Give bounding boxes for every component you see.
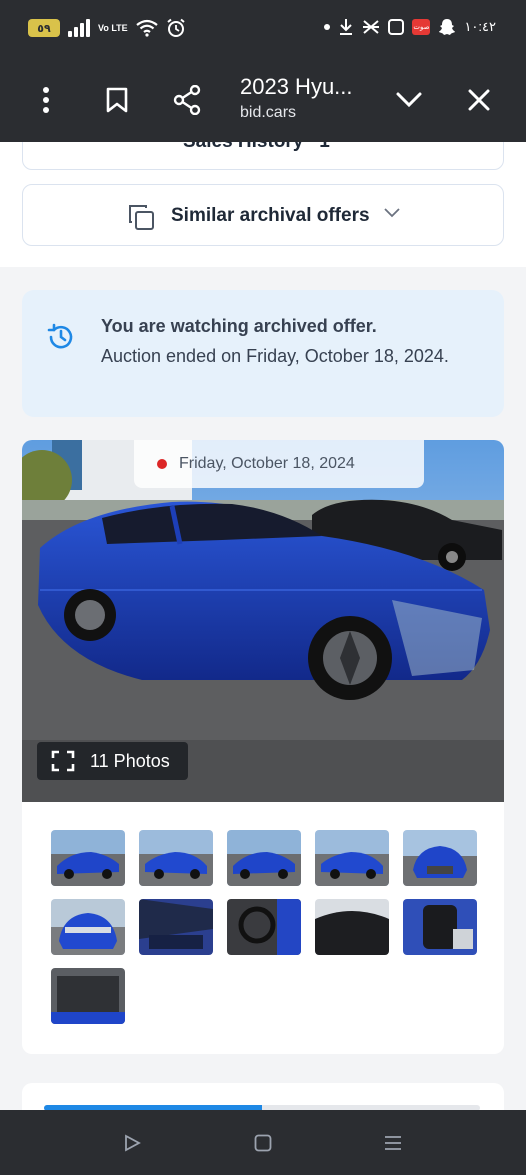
sales-history-card[interactable]: Sales History 1 [22, 142, 504, 170]
clock: ١٠:٤٢ [464, 19, 496, 34]
nav-home-button[interactable] [248, 1130, 278, 1156]
browser-toolbar: 2023 Hyu... bid.cars [0, 60, 526, 142]
expand-button[interactable] [389, 80, 429, 120]
nav-back-button[interactable] [117, 1130, 147, 1156]
chevron-down-icon [384, 208, 400, 218]
more-vert-icon [43, 87, 49, 113]
photos-count-button[interactable]: 11 Photos [37, 742, 188, 780]
signal-icon [68, 19, 90, 37]
thumbnail-image [315, 899, 389, 955]
status-bar: ٥٩ Vo LTE صوت ١٠:٤٢ [0, 0, 526, 60]
thumb-8[interactable] [227, 899, 301, 955]
thumb-5[interactable] [403, 830, 477, 886]
close-button[interactable] [459, 80, 499, 120]
notice-text: Auction ended on Friday, October 18, 202… [101, 346, 449, 366]
bookmark-icon [106, 87, 128, 113]
similar-offers-label: Similar archival offers [171, 205, 370, 226]
thumb-11[interactable] [51, 968, 125, 1024]
thumbnail-image [51, 899, 125, 955]
thumbnail-image [139, 899, 213, 955]
next-section-card [22, 1083, 504, 1110]
system-nav-bar [0, 1110, 526, 1175]
fullscreen-icon [51, 750, 75, 772]
xtrade-app-icon [363, 20, 380, 34]
snapchat-icon [439, 19, 456, 35]
play-back-icon [125, 1134, 141, 1152]
thumbnail-image [227, 899, 301, 955]
photos-count-label: 11 Photos [90, 751, 170, 771]
battery-icon: ٥٩ [28, 19, 60, 37]
share-icon [173, 85, 201, 115]
auction-date: Friday, October 18, 2024 [179, 455, 355, 472]
thumb-7[interactable] [139, 899, 213, 955]
offer-actions-panel: Sales History 1 Similar archival offers [0, 142, 526, 267]
chevron-down-icon [396, 92, 422, 108]
thumb-1[interactable] [51, 830, 125, 886]
more-menu-button[interactable] [26, 80, 66, 120]
square-home-icon [254, 1134, 272, 1152]
status-dot [157, 459, 167, 469]
instagram-icon [388, 19, 405, 35]
thumb-9[interactable] [315, 899, 389, 955]
download-icon [340, 19, 353, 35]
history-icon [47, 323, 73, 349]
thumbnail-image [403, 830, 477, 886]
thumb-10[interactable] [403, 899, 477, 955]
nav-recent-button[interactable] [378, 1130, 408, 1156]
copy-icon [129, 205, 154, 230]
notice-title: You are watching archived offer. [101, 316, 377, 336]
volte-label: Vo LTE [98, 22, 128, 33]
close-icon [468, 89, 490, 111]
thumbnail-image [315, 830, 389, 886]
auction-date-pill: Friday, October 18, 2024 [134, 440, 424, 488]
thumb-4[interactable] [315, 830, 389, 886]
red-app-icon: صوت [412, 19, 431, 35]
page-content: Sales History 1 Similar archival offers … [0, 142, 526, 1110]
thumb-2[interactable] [139, 830, 213, 886]
thumbnail-image [227, 830, 301, 886]
thumbnail-image [403, 899, 477, 955]
similar-offers-card[interactable]: Similar archival offers [22, 184, 504, 246]
archived-notice: You are watching archived offer. Auction… [22, 290, 504, 417]
thumbnail-image [51, 968, 125, 1024]
alarm-icon [167, 18, 185, 37]
share-button[interactable] [167, 80, 207, 120]
notification-dot-icon [324, 24, 331, 30]
thumbnail-image [51, 830, 125, 886]
thumb-3[interactable] [227, 830, 301, 886]
wifi-icon [135, 19, 158, 37]
page-url[interactable]: bid.cars [240, 104, 296, 122]
status-left: ٥٩ Vo LTE [28, 18, 186, 38]
bookmark-button[interactable] [97, 80, 137, 120]
menu-lines-icon [385, 1136, 401, 1150]
page-title[interactable]: 2023 Hyu... [240, 74, 353, 100]
sales-history-label: Sales History 1 [183, 142, 330, 153]
status-right: صوت ١٠:٤٢ [324, 18, 496, 36]
photo-gallery: Friday, October 18, 2024 11 Photos [22, 440, 504, 1054]
thumb-6[interactable] [51, 899, 125, 955]
thumbnail-image [139, 830, 213, 886]
